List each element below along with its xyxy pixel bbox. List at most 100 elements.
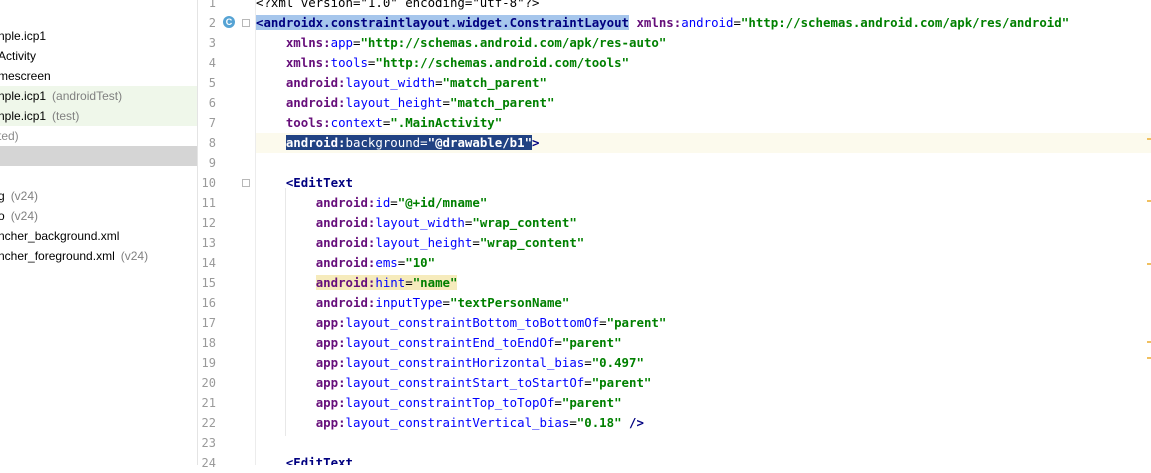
code-line[interactable]: android:layout_height="wrap_content"	[256, 233, 585, 253]
code-token: ".MainActivity"	[390, 115, 503, 130]
code-token: app:	[315, 375, 346, 390]
code-line[interactable]: android:hint="name"	[256, 273, 458, 293]
code-line[interactable]: app:layout_constraintTop_toTopOf="parent…	[256, 393, 622, 413]
code-line[interactable]: tools:context=".MainActivity"	[256, 113, 502, 133]
tree-item-label: g	[0, 189, 5, 203]
line-number: 16	[201, 296, 216, 310]
code-token: "@+id/mname"	[397, 195, 488, 210]
tree-item-suffix: (v24)	[10, 189, 39, 203]
line-number: 13	[201, 236, 216, 250]
tree-item[interactable]: mescreen	[0, 66, 197, 86]
code-token: android:	[285, 135, 346, 150]
stripe-mark[interactable]	[1147, 341, 1151, 343]
line-number: 23	[201, 436, 216, 450]
stripe-mark[interactable]	[1147, 357, 1151, 359]
stripe-mark[interactable]	[1147, 263, 1151, 265]
fold-toggle-icon[interactable]	[242, 19, 250, 27]
code-token: app:	[315, 395, 346, 410]
code-token: layout_constraintVertical_bias	[345, 415, 570, 430]
line-number: 19	[201, 356, 216, 370]
code-token: android:	[315, 275, 376, 290]
code-token: =	[554, 335, 562, 350]
code-token: "0.497"	[591, 355, 644, 370]
tree-item[interactable]: nple.icp1 (androidTest)	[0, 86, 197, 106]
code-line[interactable]: android:background="@drawable/b1">	[256, 133, 1151, 153]
code-token: =	[442, 295, 450, 310]
code-token: app:	[315, 415, 346, 430]
code-line[interactable]: android:layout_width="match_parent"	[256, 73, 547, 93]
code-line[interactable]: android:layout_width="wrap_content"	[256, 213, 577, 233]
code-line[interactable]: app:layout_constraintBottom_toBottomOf="…	[256, 313, 667, 333]
code-token: "name"	[412, 275, 458, 290]
code-line[interactable]: android:inputType="textPersonName"	[256, 293, 570, 313]
code-token: "match_parent"	[449, 95, 555, 110]
code-token: app:	[315, 335, 346, 350]
tree-item-label: nple.icp1	[0, 29, 47, 43]
line-number: 8	[208, 136, 216, 150]
code-token: "http://schemas.android.com/tools"	[375, 55, 630, 70]
code-token: "wrap_content"	[472, 215, 577, 230]
code-line[interactable]: <EditText	[256, 173, 353, 193]
code-token: layout_constraintStart_toStartOf	[345, 375, 585, 390]
code-token: "parent"	[561, 395, 622, 410]
code-line[interactable]: <androidx.constraintlayout.widget.Constr…	[256, 13, 1069, 33]
line-number: 2	[208, 16, 216, 30]
code-token: =	[584, 375, 592, 390]
code-line[interactable]: android:id="@+id/mname"	[256, 193, 488, 213]
fold-toggle-icon[interactable]	[242, 179, 250, 187]
code-line[interactable]: app:layout_constraintVertical_bias="0.18…	[256, 413, 644, 433]
code-line[interactable]: <EditText	[256, 453, 353, 465]
tree-item[interactable]	[0, 146, 197, 166]
tree-item[interactable]: ncher_foreground.xml (v24)	[0, 246, 197, 266]
code-line[interactable]: xmlns:tools="http://schemas.android.com/…	[256, 53, 629, 73]
tree-item[interactable]: ncher_background.xml	[0, 226, 197, 246]
line-number: 14	[201, 256, 216, 270]
stripe-mark[interactable]	[1147, 138, 1151, 140]
tree-item[interactable]	[0, 166, 197, 186]
code-line[interactable]: app:layout_constraintHorizontal_bias="0.…	[256, 353, 644, 373]
code-token: android:	[315, 195, 376, 210]
code-token: context	[330, 115, 383, 130]
code-token: android:	[315, 215, 376, 230]
code-token: <androidx.constraintlayout.widget.Constr…	[256, 15, 629, 30]
tree-item[interactable]: nple.icp1 (test)	[0, 106, 197, 126]
project-tree-panel: nple.icp1 Activity mescreen nple.icp1 (andro…	[0, 0, 198, 465]
code-token: android:	[315, 235, 376, 250]
tree-item[interactable]: nple.icp1	[0, 26, 197, 46]
code-editor[interactable]: <?xml version="1.0" encoding="utf-8"?> <a…	[256, 0, 1151, 465]
code-token: app:	[315, 315, 346, 330]
tree-item[interactable]: ted)	[0, 126, 197, 146]
line-number: 24	[201, 456, 216, 470]
tree-item[interactable]: o (v24)	[0, 206, 197, 226]
tree-item[interactable]: g (v24)	[0, 186, 197, 206]
tree-item[interactable]: Activity	[0, 46, 197, 66]
line-number: 22	[201, 416, 216, 430]
code-token: "match_parent"	[442, 75, 547, 90]
code-token: =	[405, 275, 413, 290]
tree-item-suffix: (v24)	[120, 249, 149, 263]
code-token: "parent"	[561, 335, 622, 350]
error-stripe[interactable]	[1145, 0, 1151, 465]
stripe-mark[interactable]	[1147, 200, 1151, 202]
code-token: android	[681, 15, 734, 30]
code-line[interactable]: app:layout_constraintStart_toStartOf="pa…	[256, 373, 652, 393]
line-number: 21	[201, 396, 216, 410]
class-gutter-icon[interactable]: C	[223, 16, 235, 28]
code-line[interactable]: android:layout_height="match_parent"	[256, 93, 555, 113]
code-line[interactable]: xmlns:app="http://schemas.android.com/ap…	[256, 33, 666, 53]
tree-item-suffix: (v24)	[10, 209, 39, 223]
code-line[interactable]: android:ems="10"	[256, 253, 435, 273]
code-line[interactable]: <?xml version="1.0" encoding="utf-8"?>	[256, 0, 539, 13]
code-line[interactable]: app:layout_constraintEnd_toEndOf="parent…	[256, 333, 622, 353]
